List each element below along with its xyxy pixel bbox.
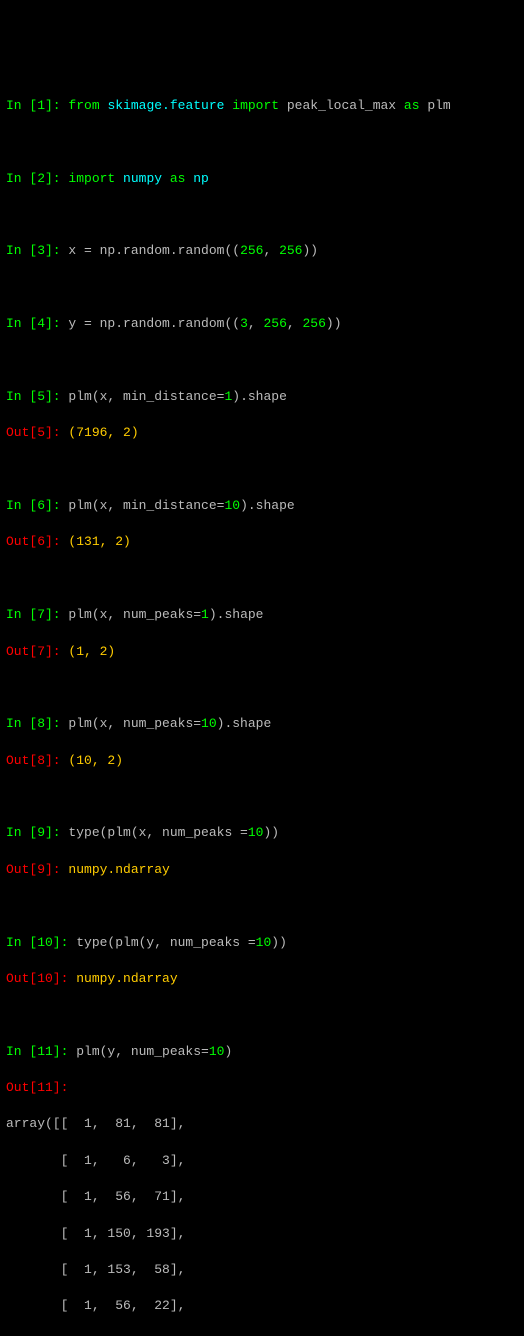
terminal-output: In [1]: from skimage.feature import peak…: [6, 79, 518, 1336]
prompt-in-8: In [8]:: [6, 716, 68, 731]
prompt-in-5: In [5]:: [6, 389, 68, 404]
prompt-in-2: In [2]:: [6, 171, 68, 186]
output-value: (10, 2): [68, 753, 123, 768]
prompt-out-11: Out[11]:: [6, 1080, 68, 1095]
array-row: [ 1, 56, 22],: [6, 1297, 518, 1315]
output-value: (131, 2): [68, 534, 130, 549]
output-value: (7196, 2): [68, 425, 138, 440]
prompt-out-9: Out[9]:: [6, 862, 68, 877]
array-row: array([[ 1, 81, 81],: [6, 1115, 518, 1133]
prompt-in-10: In [10]:: [6, 935, 76, 950]
prompt-in-1: In [1]:: [6, 98, 68, 113]
prompt-in-9: In [9]:: [6, 825, 68, 840]
output-value: numpy.ndarray: [76, 971, 177, 986]
prompt-out-5: Out[5]:: [6, 425, 68, 440]
array-row: [ 1, 56, 71],: [6, 1188, 518, 1206]
output-value: numpy.ndarray: [68, 862, 169, 877]
prompt-in-7: In [7]:: [6, 607, 68, 622]
prompt-in-4: In [4]:: [6, 316, 68, 331]
prompt-in-3: In [3]:: [6, 243, 68, 258]
array-row: [ 1, 153, 58],: [6, 1261, 518, 1279]
array-row: [ 1, 150, 193],: [6, 1225, 518, 1243]
prompt-in-11: In [11]:: [6, 1044, 76, 1059]
array-row: [ 1, 38, 57],: [6, 1334, 518, 1336]
output-value: (1, 2): [68, 644, 115, 659]
prompt-out-10: Out[10]:: [6, 971, 76, 986]
prompt-out-6: Out[6]:: [6, 534, 68, 549]
array-row: [ 1, 6, 3],: [6, 1152, 518, 1170]
prompt-in-6: In [6]:: [6, 498, 68, 513]
prompt-out-7: Out[7]:: [6, 644, 68, 659]
prompt-out-8: Out[8]:: [6, 753, 68, 768]
